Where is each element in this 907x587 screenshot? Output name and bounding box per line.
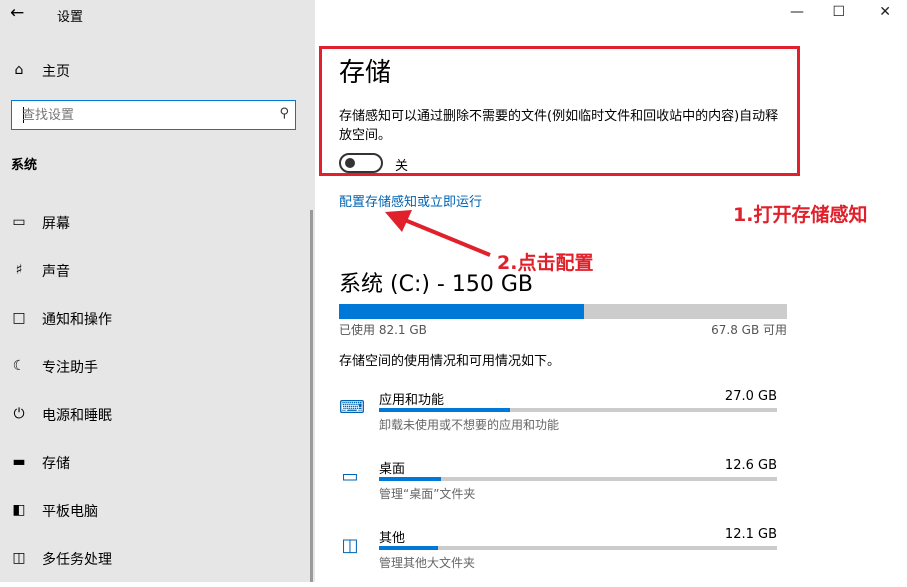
speaker-icon: ♯ — [15, 262, 23, 278]
section-title: 系统 — [11, 158, 38, 173]
sidebar-item-label: 电源和睡眠 — [42, 408, 112, 424]
back-arrow-icon[interactable]: ← — [10, 3, 24, 23]
sidebar-item-label: 平板电脑 — [42, 504, 98, 520]
category-apps[interactable]: ⌨ 应用和功能 27.0 GB 卸载未使用或不想要的应用和功能 — [339, 389, 779, 449]
used-space-label: 已使用 82.1 GB — [339, 323, 427, 337]
close-button[interactable]: ✕ — [879, 4, 891, 20]
category-usage-fill — [379, 408, 511, 412]
sidebar-item-label: 多任务处理 — [42, 552, 112, 568]
category-usage-bar — [379, 477, 777, 481]
drive-title: 系统 (C:) - 150 GB — [339, 272, 533, 297]
sidebar-scrollbar[interactable] — [310, 210, 313, 582]
toggle-knob — [345, 158, 355, 168]
search-box[interactable]: ⚲ — [11, 100, 296, 130]
sidebar-item-label: 主页 — [42, 64, 70, 80]
apps-icon: ⌨ — [339, 397, 365, 418]
page-title: 存储 — [339, 58, 392, 88]
sidebar-item-focus-assist[interactable]: ☾ 专注助手 — [0, 346, 315, 386]
category-other[interactable]: ◫ 其他 12.1 GB 管理其他大文件夹 — [339, 527, 779, 587]
sidebar-item-display[interactable]: ▭ 屏幕 — [0, 202, 315, 242]
storage-icon: ▬ — [12, 454, 26, 470]
category-size: 12.1 GB — [724, 527, 777, 542]
toggle-state-label: 关 — [395, 159, 409, 174]
sidebar-item-label: 屏幕 — [42, 216, 70, 232]
sidebar-item-power[interactable]: ⏻ 电源和睡眠 — [0, 394, 315, 434]
sidebar-item-storage[interactable]: ▬ 存储 — [0, 442, 315, 482]
storage-sense-description: 存储感知可以通过删除不需要的文件(例如临时文件和回收站中的内容)自动释放空间。 — [339, 109, 779, 143]
notification-icon: □ — [12, 310, 26, 326]
sidebar-item-label: 存储 — [42, 456, 70, 472]
sidebar-item-notifications[interactable]: □ 通知和操作 — [0, 298, 315, 338]
sidebar-item-label: 通知和操作 — [42, 312, 112, 328]
category-size: 27.0 GB — [724, 389, 777, 404]
sidebar: ← 设置 ⌂ 主页 ⚲ 系统 ▭ 屏幕 ♯ 声音 □ 通知和操作 ☾ 专注助手 … — [0, 0, 315, 582]
display-icon: ▭ — [12, 214, 26, 230]
moon-icon: ☾ — [12, 358, 26, 374]
sidebar-item-sound[interactable]: ♯ 声音 — [0, 250, 315, 290]
category-description: 管理其他大文件夹 — [379, 556, 476, 570]
category-name: 桌面 — [379, 462, 406, 477]
multitask-icon: ◫ — [12, 550, 26, 566]
drive-usage-bar — [339, 304, 787, 319]
annotation-arrow-icon — [385, 210, 491, 257]
home-icon: ⌂ — [14, 62, 24, 78]
category-desktop[interactable]: ▭ 桌面 12.6 GB 管理“桌面”文件夹 — [339, 458, 779, 518]
storage-sense-toggle[interactable] — [339, 153, 383, 173]
power-icon: ⏻ — [13, 406, 25, 422]
sidebar-item-tablet[interactable]: ◧ 平板电脑 — [0, 490, 315, 530]
category-usage-bar — [379, 408, 777, 412]
category-usage-fill — [379, 477, 441, 481]
maximize-button[interactable]: ☐ — [832, 4, 845, 20]
sidebar-item-multitasking[interactable]: ◫ 多任务处理 — [0, 538, 315, 578]
category-size: 12.6 GB — [724, 458, 777, 473]
search-input[interactable] — [22, 106, 262, 124]
category-description: 管理“桌面”文件夹 — [379, 487, 476, 501]
sidebar-item-label: 声音 — [42, 264, 70, 280]
sidebar-item-home[interactable]: ⌂ 主页 — [0, 50, 315, 90]
category-usage-fill — [379, 546, 438, 550]
annotation-step1: 1.打开存储感知 — [733, 204, 868, 226]
sidebar-item-label: 专注助手 — [42, 360, 98, 376]
tablet-icon: ◧ — [12, 502, 26, 518]
category-usage-bar — [379, 546, 777, 550]
drive-usage-fill — [339, 304, 585, 319]
folder-icon: ◫ — [341, 535, 359, 556]
category-description: 卸载未使用或不想要的应用和功能 — [379, 418, 560, 432]
category-name: 应用和功能 — [379, 393, 445, 408]
search-icon[interactable]: ⚲ — [279, 106, 289, 121]
desktop-icon: ▭ — [341, 466, 359, 487]
category-name: 其他 — [379, 531, 406, 546]
minimize-button[interactable]: — — [790, 4, 804, 20]
app-title: 设置 — [57, 10, 84, 25]
free-space-label: 67.8 GB 可用 — [711, 323, 787, 337]
storage-overview-text: 存储空间的使用情况和可用情况如下。 — [339, 354, 561, 369]
